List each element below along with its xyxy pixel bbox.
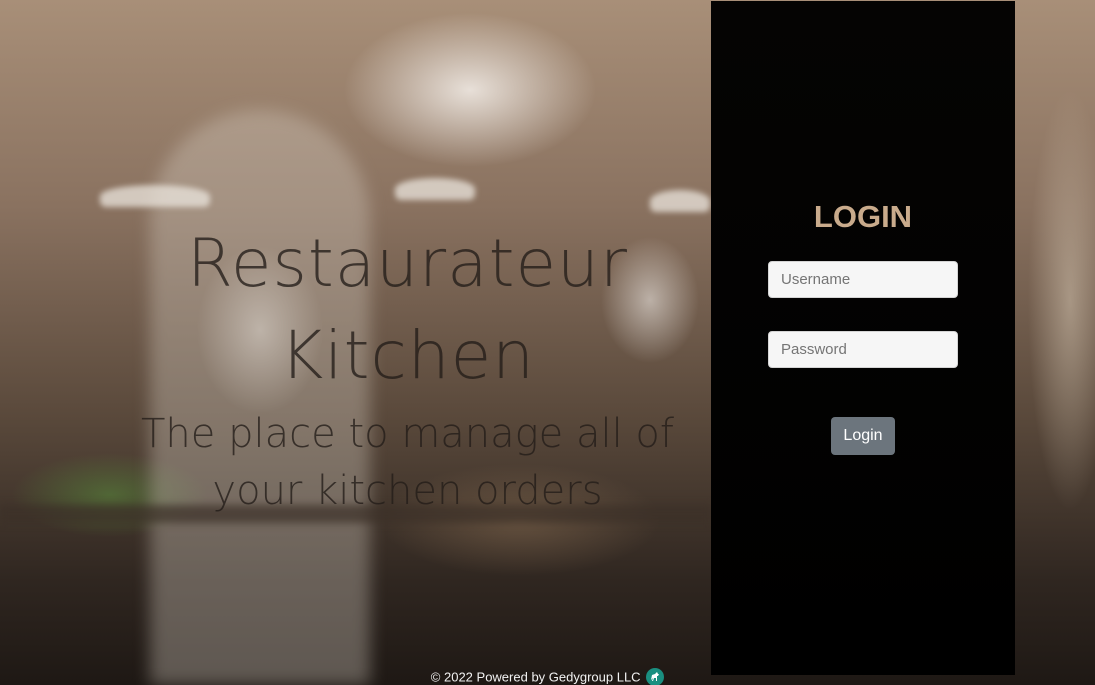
hero-subtitle-line-1: The place to manage all of xyxy=(141,411,674,457)
login-page: Restaurateur Kitchen The place to manage… xyxy=(0,0,1095,685)
login-heading: LOGIN xyxy=(813,199,913,234)
background-lamp xyxy=(650,190,710,212)
hero-subtitle-line-2: your kitchen orders xyxy=(212,468,603,514)
password-input[interactable] xyxy=(768,331,958,368)
gedygroup-logo-icon xyxy=(646,668,665,685)
hero-text: Restaurateur Kitchen The place to manage… xyxy=(130,218,685,520)
hero-title-line-2: Kitchen xyxy=(279,317,536,394)
background-lamp xyxy=(100,185,210,207)
footer: © 2022 Powered by Gedygroup LLC xyxy=(0,668,1095,685)
hero-title-line-1: Restaurateur xyxy=(186,225,629,302)
hero-title: Restaurateur Kitchen xyxy=(130,218,685,402)
background-lamp xyxy=(395,178,475,200)
footer-credit-link[interactable]: © 2022 Powered by Gedygroup LLC xyxy=(431,669,641,684)
login-panel: LOGIN Login xyxy=(711,1,1015,675)
username-input[interactable] xyxy=(768,261,958,298)
hero-subtitle: The place to manage all of your kitchen … xyxy=(130,406,685,520)
login-button[interactable]: Login xyxy=(831,417,895,455)
